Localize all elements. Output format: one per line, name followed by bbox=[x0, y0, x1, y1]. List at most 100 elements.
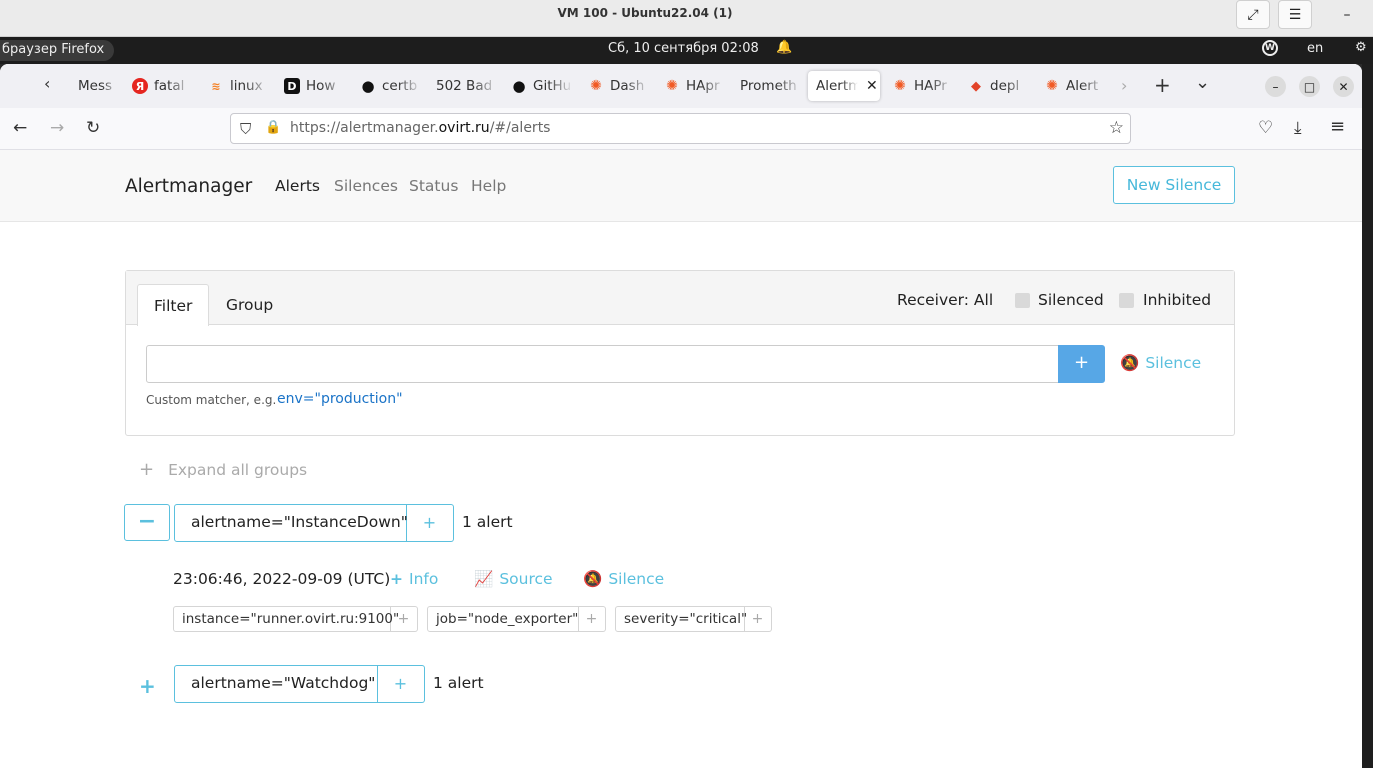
tab-label: 502 Bad bbox=[436, 78, 493, 94]
vm-minimize-icon[interactable]: – bbox=[1330, 0, 1364, 29]
filter-input[interactable] bbox=[146, 345, 1059, 383]
nav-alerts[interactable]: Alerts bbox=[275, 177, 320, 195]
alert-count: 1 alert bbox=[462, 513, 513, 531]
tab-label: certb bbox=[382, 78, 418, 94]
list-tabs-icon[interactable]: ⌄ bbox=[1195, 72, 1210, 93]
bell-icon[interactable]: 🔔 bbox=[776, 40, 792, 55]
add-label-filter-button[interactable]: + bbox=[744, 606, 772, 632]
tab[interactable]: ✺ Dash bbox=[588, 71, 650, 101]
silence-filter-button[interactable]: 🔕 Silence bbox=[1120, 354, 1201, 372]
alert-source-button[interactable]: 📈 Source bbox=[474, 570, 553, 588]
pocket-icon[interactable]: ♡ bbox=[1258, 118, 1273, 138]
add-label-filter-button[interactable]: + bbox=[578, 606, 606, 632]
vm-title-bar: VM 100 - Ubuntu22.04 (1) ⤢ ☰ – bbox=[0, 0, 1373, 37]
tab-label: HAPr bbox=[914, 78, 947, 94]
bell-slash-icon: 🔕 bbox=[1120, 354, 1140, 372]
tab-label: linux bbox=[230, 78, 263, 94]
add-filter-button[interactable]: + bbox=[1058, 345, 1105, 383]
alert-info-button[interactable]: + Info bbox=[390, 570, 438, 588]
info-label: Info bbox=[409, 570, 439, 588]
back-icon[interactable]: ← bbox=[13, 118, 27, 138]
tab-group[interactable]: Group bbox=[210, 284, 289, 325]
tab[interactable]: ◆ depl bbox=[968, 71, 1030, 101]
tab[interactable]: ≋ linux bbox=[208, 71, 270, 101]
window-minimize-button[interactable]: – bbox=[1265, 76, 1286, 97]
plus-icon: + bbox=[139, 459, 155, 480]
close-icon[interactable]: ✕ bbox=[866, 78, 878, 94]
add-group-filter-button[interactable]: + bbox=[377, 665, 425, 703]
tab-scroll-left-icon[interactable]: ‹ bbox=[44, 74, 50, 93]
matcher-example-link[interactable]: env="production" bbox=[277, 391, 403, 407]
app-menu-icon[interactable]: ≡ bbox=[1330, 116, 1345, 137]
tab-label: HApr bbox=[686, 78, 720, 94]
alert-label[interactable]: job="node_exporter" bbox=[427, 606, 579, 632]
silenced-checkbox[interactable] bbox=[1015, 293, 1030, 308]
tab[interactable]: ✺ HAPr bbox=[892, 71, 954, 101]
tracking-shield-icon[interactable]: ⛉ bbox=[240, 120, 251, 138]
tab[interactable]: ● GitHu bbox=[511, 71, 573, 101]
grafana-icon: ✺ bbox=[590, 78, 602, 94]
inhibited-label[interactable]: Inhibited bbox=[1143, 291, 1211, 309]
tab-active[interactable]: Alertm ✕ bbox=[808, 71, 880, 101]
tab-label: GitHu bbox=[533, 78, 572, 94]
silence-filter-label: Silence bbox=[1145, 354, 1202, 372]
new-tab-button[interactable]: + bbox=[1154, 73, 1171, 97]
receiver-selector[interactable]: Receiver: All bbox=[897, 291, 993, 309]
am-brand[interactable]: Alertmanager bbox=[125, 176, 252, 197]
tab[interactable]: Mess bbox=[78, 71, 118, 101]
nav-help[interactable]: Help bbox=[471, 177, 506, 195]
keyboard-language[interactable]: en bbox=[1307, 41, 1323, 56]
tab[interactable]: Prometh bbox=[740, 71, 802, 101]
group-label[interactable]: alertname="Watchdog" bbox=[174, 665, 378, 703]
vm-menu-icon[interactable]: ☰ bbox=[1278, 0, 1312, 29]
am-navbar: Alertmanager Alerts Silences Status Help… bbox=[0, 150, 1362, 222]
tab[interactable]: ✺ HApr bbox=[664, 71, 726, 101]
firefox-window: ‹ Mess Я fatal ≋ linux D How ● certb 502… bbox=[0, 64, 1362, 768]
reload-icon[interactable]: ↻ bbox=[86, 118, 100, 138]
bell-slash-icon: 🔕 bbox=[583, 570, 603, 588]
collapse-group-button[interactable]: − bbox=[124, 504, 170, 541]
group-label[interactable]: alertname="InstanceDown" bbox=[174, 504, 408, 542]
url-text[interactable]: https://alertmanager.ovirt.ru/#/alerts bbox=[290, 120, 550, 136]
tab-filter[interactable]: Filter bbox=[137, 284, 210, 326]
window-close-button[interactable]: ✕ bbox=[1333, 76, 1354, 97]
plus-icon: + bbox=[390, 570, 403, 588]
navigation-toolbar: ← → ↻ ⛉ 🔒 https://alertmanager.ovirt.ru/… bbox=[0, 108, 1362, 150]
tab[interactable]: ✺ Alert bbox=[1044, 71, 1106, 101]
expand-group-button[interactable]: + bbox=[139, 674, 156, 698]
bookmark-star-icon[interactable]: ☆ bbox=[1109, 118, 1124, 138]
tab-label: fatal bbox=[154, 78, 185, 94]
chart-line-icon: 📈 bbox=[474, 570, 494, 588]
lock-icon[interactable]: 🔒 bbox=[265, 120, 281, 135]
expand-all-groups[interactable]: + Expand all groups bbox=[139, 459, 307, 480]
alert-silence-button[interactable]: 🔕 Silence bbox=[583, 570, 664, 588]
downloads-icon[interactable]: ⤓ bbox=[1294, 118, 1302, 138]
tab-scroll-right-icon[interactable]: › bbox=[1121, 76, 1127, 95]
nav-silences[interactable]: Silences bbox=[334, 177, 398, 195]
tab[interactable]: ● certb bbox=[360, 71, 422, 101]
panel-clock[interactable]: Сб, 10 сентября 02:08 bbox=[608, 41, 759, 56]
tab[interactable]: Я fatal bbox=[132, 71, 192, 101]
inhibited-checkbox[interactable] bbox=[1119, 293, 1134, 308]
active-app-indicator[interactable]: браузер Firefox bbox=[0, 40, 115, 61]
alert-label[interactable]: instance="runner.ovirt.ru:9100" bbox=[173, 606, 399, 632]
tab[interactable]: 502 Bad bbox=[436, 71, 498, 101]
tab-label: How bbox=[306, 78, 336, 94]
tray-w-icon[interactable]: W bbox=[1262, 40, 1278, 56]
github-icon: ● bbox=[512, 77, 526, 95]
add-label-filter-button[interactable]: + bbox=[390, 606, 418, 632]
tab[interactable]: D How bbox=[284, 71, 346, 101]
add-group-filter-button[interactable]: + bbox=[406, 504, 454, 542]
silence-label: Silence bbox=[608, 570, 665, 588]
forward-icon[interactable]: → bbox=[50, 118, 64, 138]
url-bar[interactable]: ⛉ 🔒 https://alertmanager.ovirt.ru/#/aler… bbox=[230, 113, 1131, 144]
gitlab-icon: ◆ bbox=[971, 78, 981, 94]
window-maximize-button[interactable]: □ bbox=[1299, 76, 1320, 97]
new-silence-button[interactable]: New Silence bbox=[1113, 166, 1235, 204]
network-icon[interactable]: ⚙ bbox=[1355, 40, 1367, 55]
alertmanager-page: Alertmanager Alerts Silences Status Help… bbox=[0, 150, 1362, 768]
silenced-label[interactable]: Silenced bbox=[1038, 291, 1104, 309]
alert-label[interactable]: severity="critical" bbox=[615, 606, 747, 632]
vm-expand-icon[interactable]: ⤢ bbox=[1236, 0, 1270, 29]
nav-status[interactable]: Status bbox=[409, 177, 458, 195]
